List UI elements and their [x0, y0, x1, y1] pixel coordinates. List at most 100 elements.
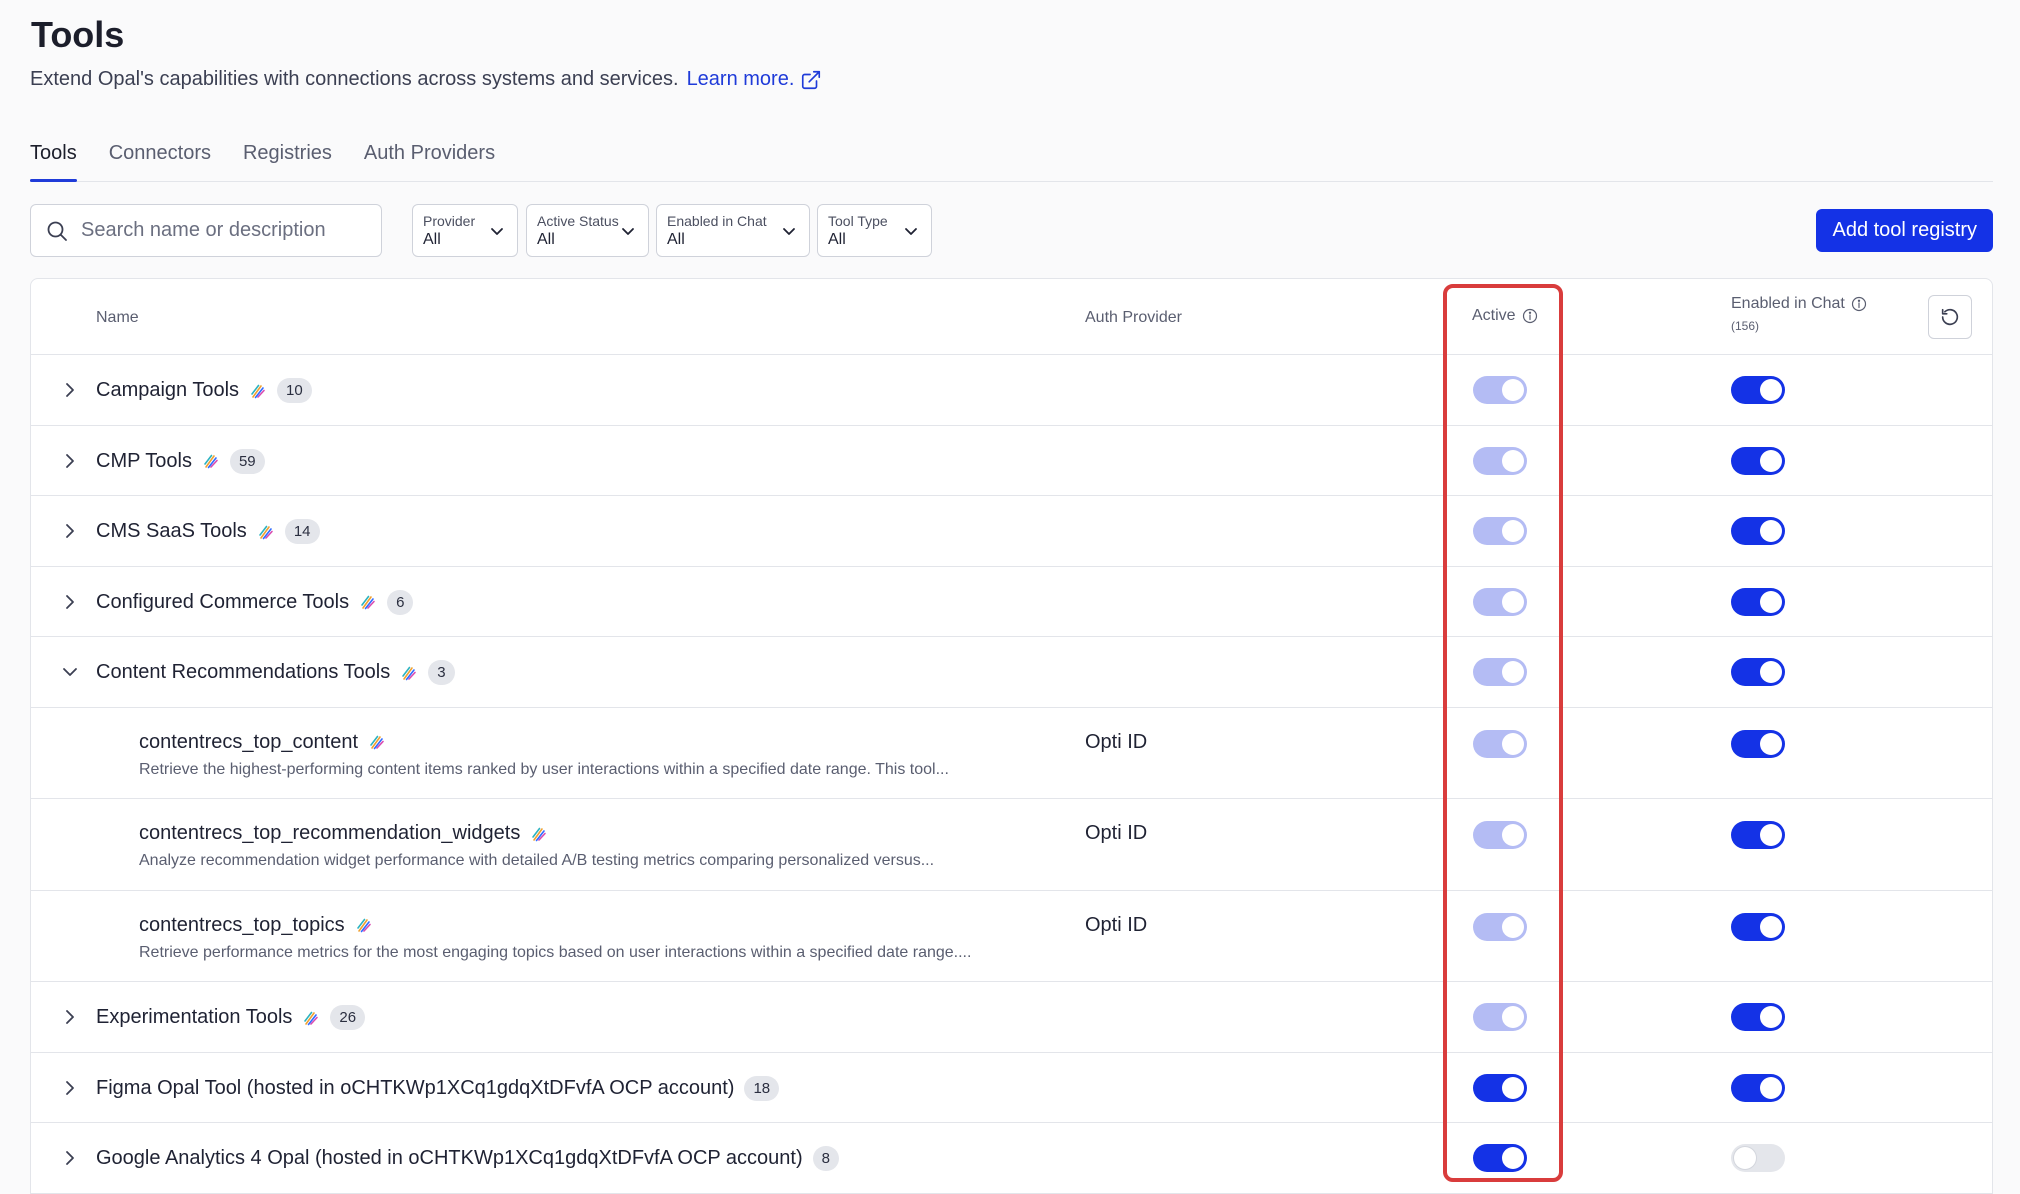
search-input[interactable] — [81, 219, 361, 242]
group-name[interactable]: Experimentation Tools 26 — [96, 1005, 366, 1030]
tab-connectors[interactable]: Connectors — [109, 140, 211, 181]
opal-icon — [251, 384, 265, 398]
tool-name[interactable]: contentrecs_top_recommendation_widgets — [139, 822, 548, 845]
toggle-knob — [1760, 824, 1782, 846]
enabled-in-chat-toggle[interactable] — [1731, 912, 1785, 941]
group-name[interactable]: Campaign Tools 10 — [96, 378, 312, 403]
tool-label: contentrecs_top_topics — [139, 913, 345, 936]
enabled-in-chat-toggle[interactable] — [1731, 517, 1785, 545]
group-name[interactable]: Configured Commerce Tools 6 — [96, 589, 414, 615]
column-header-chat-label: Enabled in Chat — [1731, 295, 1845, 312]
chevron-right-icon[interactable] — [59, 520, 81, 542]
enabled-in-chat-toggle[interactable] — [1731, 821, 1785, 849]
chevron-right-icon[interactable] — [59, 591, 81, 613]
toggle-knob — [1502, 449, 1524, 472]
group-name[interactable]: CMP Tools 59 — [96, 448, 265, 474]
tab-tools[interactable]: Tools — [30, 140, 77, 182]
table-row-tool: contentrecs_top_topics Retrieve performan… — [31, 891, 1992, 982]
tab-registries[interactable]: Registries — [243, 140, 332, 181]
page-subtitle: Extend Opal's capabilities with connecti… — [30, 68, 822, 91]
filter-tool-type[interactable]: Tool Type All — [817, 204, 932, 257]
enabled-in-chat-toggle[interactable] — [1731, 1144, 1785, 1172]
group-label: Configured Commerce Tools — [96, 590, 350, 613]
group-label: Campaign Tools — [96, 379, 240, 401]
chevron-down-icon[interactable] — [59, 661, 81, 683]
column-header-name[interactable]: Name — [96, 309, 139, 327]
opal-icon — [304, 1011, 319, 1025]
active-toggle[interactable] — [1473, 1003, 1527, 1031]
opal-icon — [370, 735, 384, 750]
learn-more-link[interactable]: Learn more. — [687, 68, 823, 91]
table-body: Campaign Tools 10 CMP Tools 59 CMS SaaS Tool… — [31, 355, 1992, 1194]
active-toggle[interactable] — [1473, 912, 1527, 941]
group-name[interactable]: Content Recommendations Tools 3 — [96, 660, 455, 685]
table-row-group: Campaign Tools 10 — [31, 355, 1992, 426]
opal-icon — [204, 454, 218, 469]
enabled-in-chat-toggle[interactable] — [1731, 729, 1785, 758]
count-badge: 18 — [744, 1075, 780, 1101]
reset-button[interactable] — [1928, 295, 1972, 339]
toggle-knob — [1502, 824, 1524, 846]
tab-bar: Tools Connectors Registries Auth Providers — [30, 140, 1993, 182]
chevron-right-icon[interactable] — [59, 1147, 81, 1169]
active-toggle[interactable] — [1473, 517, 1527, 545]
column-header-active[interactable]: Active — [1472, 307, 1538, 325]
table-header: Name Auth Provider Active Enabled in Cha… — [31, 279, 1992, 355]
column-header-auth-provider[interactable]: Auth Provider — [1085, 309, 1182, 327]
info-icon[interactable] — [1851, 296, 1867, 312]
active-toggle[interactable] — [1473, 587, 1527, 616]
search-box[interactable] — [30, 204, 382, 257]
table-row-group: CMS SaaS Tools 14 — [31, 496, 1992, 567]
toggle-knob — [1502, 915, 1524, 938]
opal-icon — [356, 918, 371, 933]
active-toggle[interactable] — [1473, 1073, 1527, 1102]
chevron-right-icon[interactable] — [59, 1077, 81, 1099]
toggle-knob — [1502, 379, 1524, 401]
enabled-in-chat-toggle[interactable] — [1731, 376, 1785, 404]
filter-provider[interactable]: Provider All — [412, 204, 518, 257]
opal-icon — [259, 525, 273, 539]
auth-provider: Opti ID — [1085, 730, 1148, 753]
count-badge: 14 — [284, 519, 320, 544]
add-tool-registry-button[interactable]: Add tool registry — [1816, 209, 1993, 252]
tool-label: contentrecs_top_recommendation_widgets — [139, 822, 521, 844]
active-toggle[interactable] — [1473, 658, 1527, 686]
toggle-knob — [1760, 915, 1782, 938]
active-toggle[interactable] — [1473, 1144, 1527, 1172]
toggle-knob — [1760, 1006, 1782, 1028]
enabled-in-chat-toggle[interactable] — [1731, 587, 1785, 616]
tool-description: Analyze recommendation widget performanc… — [139, 852, 935, 869]
info-icon[interactable] — [1522, 308, 1538, 324]
tool-name[interactable]: contentrecs_top_content — [139, 731, 386, 754]
tab-auth-providers[interactable]: Auth Providers — [364, 140, 495, 181]
enabled-in-chat-toggle[interactable] — [1731, 658, 1785, 686]
active-toggle[interactable] — [1473, 821, 1527, 849]
reset-icon — [1941, 308, 1959, 326]
opal-icon — [402, 666, 417, 680]
opal-icon — [361, 595, 375, 610]
group-name[interactable]: CMS SaaS Tools 14 — [96, 519, 320, 544]
active-toggle[interactable] — [1473, 729, 1527, 758]
group-name[interactable]: Google Analytics 4 Opal (hosted in oCHTK… — [96, 1146, 839, 1171]
enabled-in-chat-toggle[interactable] — [1731, 446, 1785, 475]
toggle-knob — [1760, 449, 1782, 472]
active-toggle[interactable] — [1473, 446, 1527, 475]
chevron-right-icon[interactable] — [59, 450, 81, 472]
group-label: Google Analytics 4 Opal (hosted in oCHTK… — [96, 1147, 803, 1169]
tool-description: Retrieve performance metrics for the mos… — [139, 943, 972, 961]
enabled-in-chat-toggle[interactable] — [1731, 1003, 1785, 1031]
toggle-knob — [1734, 1147, 1756, 1169]
group-name[interactable]: Figma Opal Tool (hosted in oCHTKWp1XCq1g… — [96, 1075, 780, 1101]
learn-more-label: Learn more. — [686, 68, 795, 90]
chevron-right-icon[interactable] — [59, 379, 81, 401]
toggle-knob — [1502, 1006, 1524, 1028]
column-header-enabled-in-chat[interactable]: Enabled in Chat (156) — [1731, 295, 1867, 333]
filter-active-status[interactable]: Active Status All — [526, 204, 649, 257]
chevron-right-icon[interactable] — [59, 1006, 81, 1028]
tool-name[interactable]: contentrecs_top_topics — [139, 914, 373, 937]
toggle-knob — [1502, 590, 1524, 613]
enabled-in-chat-toggle[interactable] — [1731, 1073, 1785, 1102]
filter-enabled-in-chat[interactable]: Enabled in Chat All — [656, 204, 810, 257]
active-toggle[interactable] — [1473, 376, 1527, 404]
group-label: Experimentation Tools — [96, 1006, 293, 1028]
